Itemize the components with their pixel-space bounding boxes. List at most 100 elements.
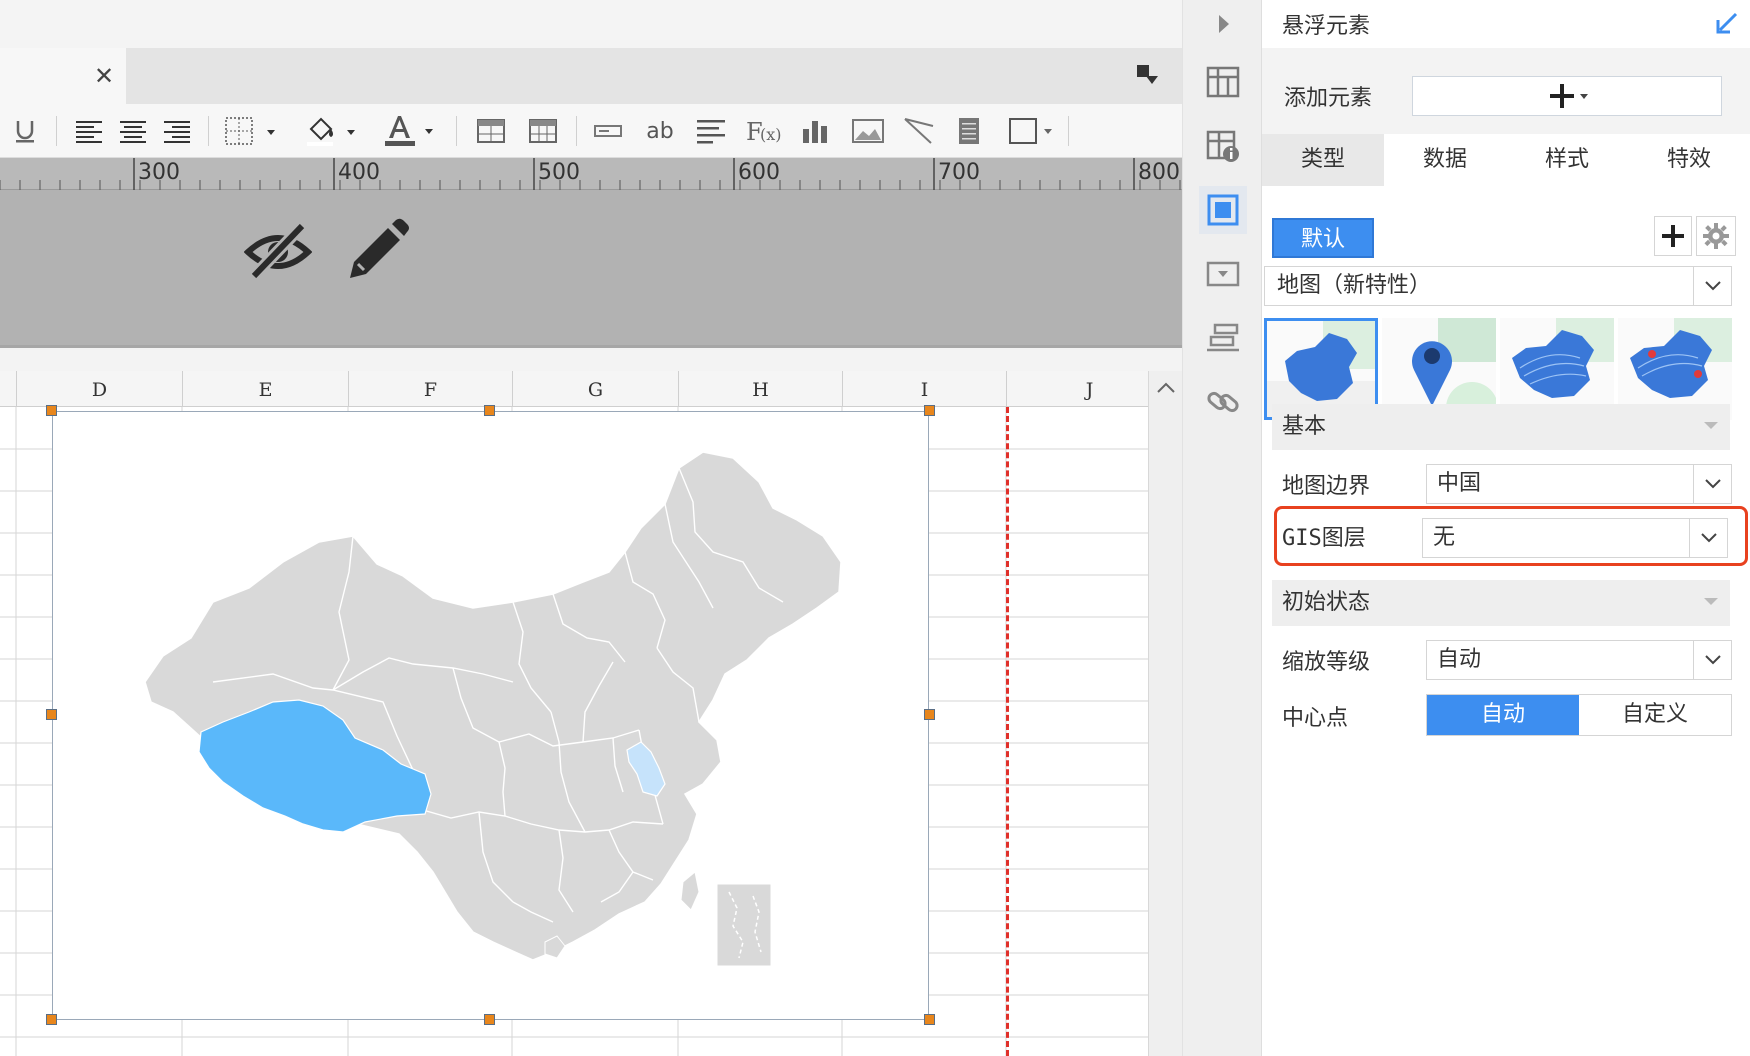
chevron-down-icon[interactable] <box>1693 465 1731 503</box>
spreadsheet[interactable]: D E F G H I J <box>0 371 1182 1056</box>
column-header-e[interactable]: E <box>182 371 348 407</box>
basic-section-header[interactable]: 基本 <box>1272 404 1730 450</box>
type-settings: 默认 地图（新特性） 基本 地图边界 中国 GIS图层 无 初始状态 缩放等级 … <box>1262 186 1750 1056</box>
map-boundary-select[interactable]: 中国 <box>1426 464 1732 504</box>
svg-text:(x): (x) <box>760 125 782 144</box>
floating-element-bar <box>0 190 1182 348</box>
collapse-panel-icon[interactable] <box>1714 10 1740 36</box>
tab-bar: ✕ <box>0 48 1182 104</box>
map-boundary-value: 中国 <box>1437 471 1482 496</box>
initial-state-section-header[interactable]: 初始状态 <box>1272 580 1730 626</box>
gis-layer-select[interactable]: 无 <box>1422 518 1728 558</box>
panel-title: 悬浮元素 <box>1282 14 1371 39</box>
text-label[interactable]: ab <box>640 114 680 148</box>
font-color-icon[interactable] <box>380 114 442 148</box>
tab-effect[interactable]: 特效 <box>1628 134 1750 186</box>
map-widget[interactable] <box>52 411 929 1020</box>
close-icon[interactable]: ✕ <box>92 62 116 90</box>
caret-down-icon <box>1704 422 1718 429</box>
align-right-icon[interactable] <box>160 114 194 148</box>
resize-handle[interactable] <box>924 1014 935 1025</box>
report-editor: ✕ ab F (x) 300 400 500 600 700 800 D E F… <box>0 0 1182 1056</box>
caret-down-icon <box>1704 598 1718 605</box>
frame-icon[interactable] <box>1006 114 1054 148</box>
add-style-button[interactable] <box>1654 216 1692 256</box>
side-icon-bar <box>1182 0 1262 1056</box>
table-icon[interactable] <box>526 114 560 148</box>
link-icon[interactable] <box>1199 378 1247 426</box>
hide-icon[interactable] <box>243 218 313 284</box>
china-map <box>144 451 842 967</box>
parameter-icon[interactable] <box>1199 314 1247 362</box>
gis-layer-value: 无 <box>1433 525 1456 550</box>
tab-type[interactable]: 类型 <box>1262 134 1384 186</box>
expand-arrow-icon[interactable] <box>1199 0 1247 48</box>
zoom-level-value: 自动 <box>1437 647 1482 672</box>
add-element-button[interactable] <box>1412 76 1722 116</box>
map-type-select[interactable]: 地图（新特性） <box>1264 266 1732 306</box>
resize-handle[interactable] <box>46 709 57 720</box>
gis-layer-label: GIS图层 <box>1282 526 1366 551</box>
image-icon[interactable] <box>850 114 886 148</box>
center-custom-option[interactable]: 自定义 <box>1579 695 1731 735</box>
column-header-h[interactable]: H <box>678 371 842 407</box>
border-icon[interactable] <box>222 114 284 148</box>
add-element-label: 添加元素 <box>1284 86 1373 111</box>
widget-icon[interactable] <box>1199 250 1247 298</box>
cell-element-icon[interactable] <box>1199 58 1247 106</box>
formula-icon[interactable]: F (x) <box>744 114 784 148</box>
plus-icon <box>1550 84 1588 108</box>
resize-handle[interactable] <box>924 709 935 720</box>
chevron-down-icon[interactable] <box>1693 267 1731 305</box>
float-element-icon[interactable] <box>1199 186 1247 234</box>
column-header: D E F G H I J <box>0 371 1148 407</box>
resize-handle[interactable] <box>484 1014 495 1025</box>
basic-section-title: 基本 <box>1282 414 1327 439</box>
chart-icon[interactable] <box>798 114 832 148</box>
column-header-d[interactable]: D <box>16 371 182 407</box>
column-header-g[interactable]: G <box>512 371 678 407</box>
vertical-scrollbar[interactable] <box>1148 371 1182 1056</box>
edit-icon[interactable] <box>344 218 412 284</box>
center-point-toggle: 自动 自定义 <box>1426 694 1732 736</box>
ruler-label: 500 <box>538 160 580 185</box>
resize-handle[interactable] <box>484 405 495 416</box>
default-style-button[interactable]: 默认 <box>1272 218 1374 258</box>
underline-icon[interactable] <box>12 114 38 148</box>
cell-attribute-icon[interactable] <box>1199 122 1247 170</box>
insert-row-icon[interactable] <box>474 114 508 148</box>
center-auto-option[interactable]: 自动 <box>1427 695 1579 735</box>
ruler-label: 300 <box>138 160 180 185</box>
chevron-down-icon[interactable] <box>1693 641 1731 679</box>
richtext-icon[interactable] <box>954 114 984 148</box>
zoom-level-label: 缩放等级 <box>1282 650 1371 675</box>
align-center-icon[interactable] <box>116 114 150 148</box>
column-header-i[interactable]: I <box>842 371 1006 407</box>
map-type-value: 地图（新特性） <box>1277 273 1432 298</box>
add-element-row: 添加元素 <box>1262 48 1750 134</box>
resize-handle[interactable] <box>46 1014 57 1025</box>
text-field-icon[interactable] <box>592 114 624 148</box>
tab-data[interactable]: 数据 <box>1384 134 1506 186</box>
zoom-level-select[interactable]: 自动 <box>1426 640 1732 680</box>
gear-icon[interactable] <box>1696 216 1736 256</box>
expand-corner-icon[interactable] <box>1134 62 1162 90</box>
tab-active[interactable]: ✕ <box>0 48 126 104</box>
slash-icon[interactable] <box>902 114 936 148</box>
fill-color-icon[interactable] <box>302 114 364 148</box>
chevron-up-icon[interactable] <box>1155 377 1177 399</box>
ruler-label: 700 <box>938 160 980 185</box>
chevron-down-icon[interactable] <box>1689 519 1727 557</box>
center-point-label: 中心点 <box>1282 706 1349 731</box>
paragraph-icon[interactable] <box>694 114 728 148</box>
resize-handle[interactable] <box>46 405 57 416</box>
format-toolbar: ab F (x) <box>0 104 1182 158</box>
tab-style[interactable]: 样式 <box>1506 134 1628 186</box>
initial-state-title: 初始状态 <box>1282 590 1371 615</box>
resize-handle[interactable] <box>924 405 935 416</box>
map-inset-south-sea <box>716 883 772 967</box>
spacer <box>0 351 1182 371</box>
align-left-icon[interactable] <box>72 114 106 148</box>
horizontal-ruler: 300 400 500 600 700 800 <box>0 158 1182 190</box>
column-header-f[interactable]: F <box>348 371 512 407</box>
